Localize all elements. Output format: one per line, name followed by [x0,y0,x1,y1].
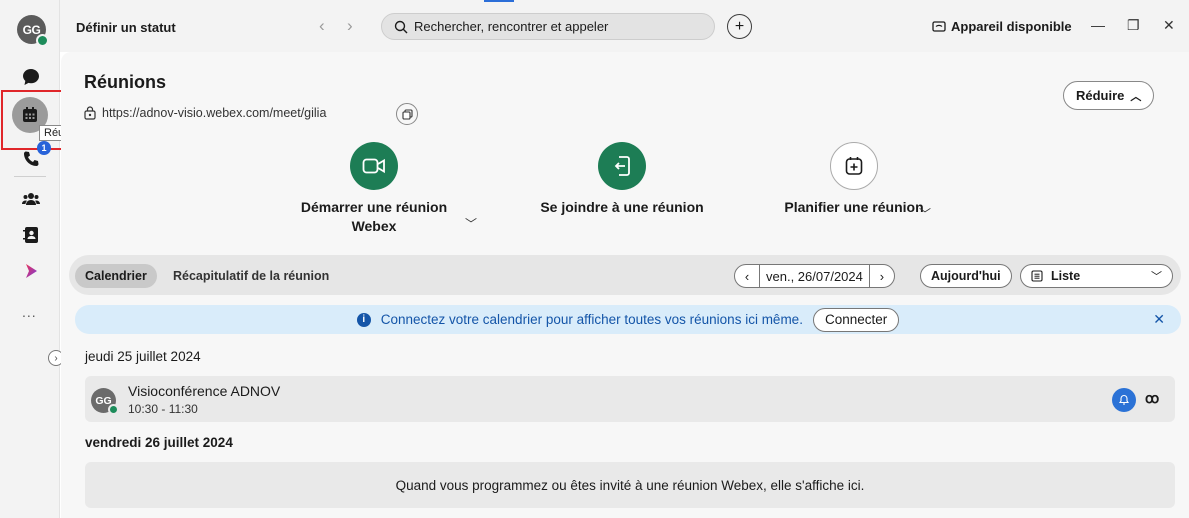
view-selector[interactable]: Liste ﹀ [1020,264,1173,288]
title-bar: Définir un statut ‹ › Rechercher, rencon… [60,0,1189,52]
search-focus-indicator [484,0,514,2]
next-day-icon[interactable]: › [870,265,894,287]
reduce-label: Réduire [1076,88,1125,103]
search-input[interactable]: Rechercher, rencontrer et appeler [381,13,715,40]
start-meeting-label-line1: Démarrer une réunion [300,199,448,215]
meetings-panel: Réunions https://adnov-visio.webex.com/m… [61,52,1189,518]
reduce-button[interactable]: Réduire ︿ [1063,81,1155,110]
search-placeholder: Rechercher, rencontrer et appeler [414,19,609,34]
apps-play-icon[interactable] [18,258,44,284]
device-label: Appareil disponible [951,19,1072,34]
meeting-url-text: https://adnov-visio.webex.com/meet/gilia [102,106,327,120]
page-title: Réunions [84,72,167,92]
new-action-button[interactable]: + [727,14,752,39]
meeting-avatar: GG [91,388,119,415]
join-meeting-label: Se joindre à une réunion [540,199,704,215]
lock-icon [84,106,96,120]
chevron-right-icon: › [54,352,58,364]
date-navigator: ‹ ven., 26/07/2024 › [734,264,895,288]
start-meeting-chevron-down-icon[interactable]: ﹀ [465,215,477,232]
messaging-icon[interactable] [18,64,44,90]
start-meeting-label-line2: Webex [351,218,397,234]
teams-icon[interactable] [18,186,44,212]
day-header: jeudi 25 juillet 2024 [85,349,201,364]
calls-badge: 1 [37,141,51,155]
calendar-add-icon [845,157,863,175]
presence-dot [108,404,119,415]
meeting-reminder-button[interactable] [1112,388,1136,412]
restore-icon[interactable]: ❐ [1127,17,1140,34]
meeting-time: 10:30 - 11:30 [128,402,198,416]
plus-icon: + [734,17,745,35]
close-banner-icon[interactable]: ✕ [1153,311,1165,328]
previous-day-icon[interactable]: ‹ [735,265,759,287]
today-button[interactable]: Aujourd'hui [920,264,1012,288]
back-arrow-icon[interactable]: ‹ [319,16,325,36]
minimize-icon[interactable]: — [1091,17,1105,33]
more-options-icon[interactable]: ... [22,304,37,320]
close-window-icon[interactable]: ✕ [1163,17,1175,34]
meeting-list-item[interactable]: GG Visioconférence ADNOV 10:30 - 11:30 ꝏ [85,376,1175,422]
copy-url-button[interactable] [396,103,418,125]
chevron-up-icon: ︿ [1130,90,1142,103]
connect-button[interactable]: Connecter [812,307,900,332]
meeting-title: Visioconférence ADNOV [128,383,281,399]
join-meeting-action[interactable]: Se joindre à une réunion [522,142,722,217]
day-header: vendredi 26 juillet 2024 [85,435,233,450]
copy-icon [401,108,413,120]
start-meeting-action[interactable]: Démarrer une réunion Webex [279,142,469,236]
schedule-meeting-button[interactable] [830,142,878,190]
personal-room-url: https://adnov-visio.webex.com/meet/gilia [84,106,326,120]
connect-calendar-banner: i Connectez votre calendrier pour affich… [75,305,1181,334]
device-icon [932,20,946,32]
current-date-picker[interactable]: ven., 26/07/2024 [759,265,870,287]
list-icon [1031,270,1043,282]
rail-divider [14,176,46,177]
device-status-button[interactable]: Appareil disponible [932,19,1072,34]
search-icon [394,20,408,33]
view-selector-label: Liste [1051,269,1081,283]
chevron-down-icon: ﹀ [1151,271,1162,283]
empty-day-message: Quand vous programmez ou êtes invité à u… [85,462,1175,508]
video-camera-icon [362,158,385,174]
join-meeting-button[interactable] [598,142,646,190]
calendar-toolbar: Calendrier Récapitulatif de la réunion ‹… [69,255,1181,295]
tab-calendar[interactable]: Calendrier [75,264,157,288]
set-status-link[interactable]: Définir un statut [76,20,176,35]
webex-link-icon[interactable]: ꝏ [1145,390,1159,407]
start-meeting-button[interactable] [350,142,398,190]
banner-message: Connectez votre calendrier pour afficher… [380,312,803,327]
schedule-chevron-down-icon[interactable]: ﹀ [919,205,931,222]
join-door-icon [614,156,630,176]
tab-meeting-recap[interactable]: Récapitulatif de la réunion [173,269,329,283]
bell-icon [1118,394,1130,405]
info-icon: i [356,312,371,327]
left-rail: GG Réunions 1 ... › [0,0,107,518]
presence-dot [36,34,49,47]
forward-arrow-icon[interactable]: › [347,16,353,36]
user-avatar[interactable]: GG [17,15,49,47]
contacts-icon[interactable] [18,222,44,248]
